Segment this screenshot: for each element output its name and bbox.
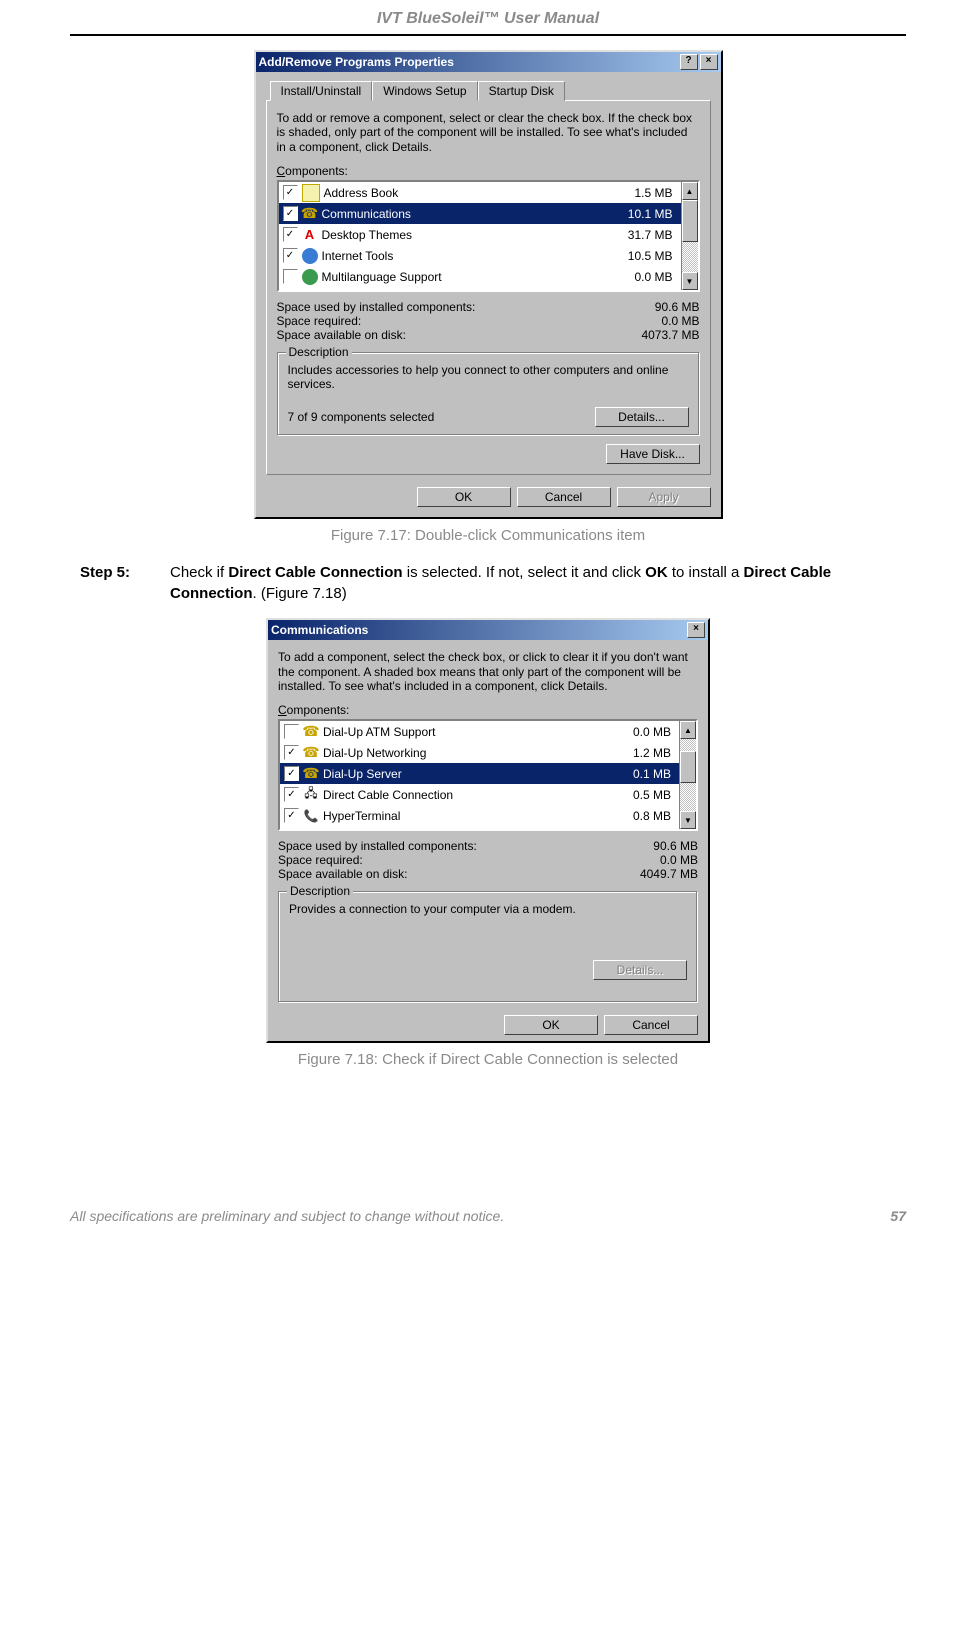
checkbox-icon[interactable]	[283, 269, 298, 284]
tab-strip: Install/Uninstall Windows Setup Startup …	[270, 80, 711, 100]
step-text: Check if Direct Cable Connection is sele…	[170, 562, 906, 604]
list-item[interactable]: Multilanguage Support 0.0 MB	[279, 266, 681, 287]
ok-button[interactable]: OK	[417, 487, 511, 507]
header-rule	[70, 34, 906, 36]
components-label: Components:	[278, 703, 698, 717]
scroll-down-icon[interactable]: ▼	[682, 272, 698, 290]
components-label: Components:	[277, 164, 700, 178]
titlebar: Communications ×	[268, 620, 708, 640]
desktopthemes-icon: A	[302, 227, 318, 243]
step-label: Step 5:	[80, 562, 170, 604]
cancel-button[interactable]: Cancel	[517, 487, 611, 507]
space-stats: Space used by installed components:90.6 …	[277, 300, 700, 342]
checkbox-icon[interactable]: ✓	[284, 808, 299, 823]
tab-install-uninstall[interactable]: Install/Uninstall	[270, 81, 373, 101]
titlebar: Add/Remove Programs Properties ? ×	[256, 52, 721, 72]
description-text: Includes accessories to help you connect…	[288, 363, 689, 397]
multilanguage-icon	[302, 269, 318, 285]
communications-dialog: Communications × To add a component, sel…	[266, 618, 710, 1043]
close-button[interactable]: ×	[700, 54, 718, 70]
dialup-icon: ☎	[303, 745, 319, 761]
addressbook-icon	[302, 184, 320, 202]
dialup-icon: ☎	[303, 766, 319, 782]
communications-icon: ☎	[302, 206, 318, 222]
list-item[interactable]: ✓ 🖧 Direct Cable Connection 0.5 MB	[280, 784, 679, 805]
apply-button[interactable]: Apply	[617, 487, 711, 507]
internettools-icon	[302, 248, 318, 264]
directcable-icon: 🖧	[303, 787, 319, 803]
checkbox-icon[interactable]: ✓	[284, 766, 299, 781]
list-item[interactable]: ✓ ☎ Communications 10.1 MB	[279, 203, 681, 224]
list-item[interactable]: ✓ Internet Tools 10.5 MB	[279, 245, 681, 266]
window-title: Add/Remove Programs Properties	[259, 55, 678, 69]
components-listbox[interactable]: ✓ Address Book 1.5 MB ✓ ☎ Communications…	[277, 180, 700, 292]
have-disk-button[interactable]: Have Disk...	[606, 444, 700, 464]
list-item[interactable]: ✓ ☎ Dial-Up Networking 1.2 MB	[280, 742, 679, 763]
cancel-button[interactable]: Cancel	[604, 1015, 698, 1035]
selected-count: 7 of 9 components selected	[288, 410, 595, 424]
hyperterminal-icon: 📞	[303, 808, 319, 824]
checkbox-icon[interactable]	[284, 724, 299, 739]
group-title: Description	[287, 884, 353, 898]
checkbox-icon[interactable]: ✓	[284, 745, 299, 760]
intro-text: To add a component, select the check box…	[278, 650, 698, 693]
components-listbox[interactable]: ☎ Dial-Up ATM Support 0.0 MB ✓ ☎ Dial-Up…	[278, 719, 698, 831]
scroll-down-icon[interactable]: ▼	[680, 811, 696, 829]
page-number: 57	[890, 1208, 906, 1224]
footer-disclaimer: All specifications are preliminary and s…	[70, 1208, 504, 1224]
group-title: Description	[286, 345, 352, 359]
tab-startup-disk[interactable]: Startup Disk	[478, 81, 565, 101]
description-group: Description Provides a connection to you…	[278, 891, 698, 1003]
doc-header: IVT BlueSoleil™ User Manual	[70, 10, 906, 34]
dialup-icon: ☎	[303, 724, 319, 740]
help-button[interactable]: ?	[680, 54, 698, 70]
checkbox-icon[interactable]: ✓	[283, 206, 298, 221]
details-button: Details...	[593, 960, 687, 980]
window-title: Communications	[271, 623, 685, 637]
list-item[interactable]: ✓ ☎ Dial-Up Server 0.1 MB	[280, 763, 679, 784]
step-5: Step 5: Check if Direct Cable Connection…	[80, 562, 906, 604]
tab-windows-setup[interactable]: Windows Setup	[372, 81, 477, 101]
close-button[interactable]: ×	[687, 622, 705, 638]
intro-text: To add or remove a component, select or …	[277, 111, 700, 154]
checkbox-icon[interactable]: ✓	[283, 185, 298, 200]
description-text: Provides a connection to your computer v…	[289, 902, 687, 952]
addremove-dialog: Add/Remove Programs Properties ? × Insta…	[254, 50, 723, 519]
scroll-up-icon[interactable]: ▲	[680, 721, 696, 739]
scrollbar[interactable]: ▲ ▼	[679, 721, 696, 829]
figure-caption: Figure 7.17: Double-click Communications…	[70, 527, 906, 544]
list-item[interactable]: ✓ A Desktop Themes 31.7 MB	[279, 224, 681, 245]
space-stats: Space used by installed components:90.6 …	[278, 839, 698, 881]
scrollbar[interactable]: ▲ ▼	[681, 182, 698, 290]
list-item[interactable]: ✓ Address Book 1.5 MB	[279, 182, 681, 203]
scroll-up-icon[interactable]: ▲	[682, 182, 698, 200]
scroll-thumb[interactable]	[680, 751, 696, 783]
checkbox-icon[interactable]: ✓	[284, 787, 299, 802]
list-item[interactable]: ☎ Dial-Up ATM Support 0.0 MB	[280, 721, 679, 742]
checkbox-icon[interactable]: ✓	[283, 248, 298, 263]
page-footer: All specifications are preliminary and s…	[70, 1208, 906, 1224]
checkbox-icon[interactable]: ✓	[283, 227, 298, 242]
ok-button[interactable]: OK	[504, 1015, 598, 1035]
description-group: Description Includes accessories to help…	[277, 352, 700, 436]
scroll-thumb[interactable]	[682, 200, 698, 242]
figure-caption: Figure 7.18: Check if Direct Cable Conne…	[70, 1051, 906, 1068]
details-button[interactable]: Details...	[595, 407, 689, 427]
list-item[interactable]: ✓ 📞 HyperTerminal 0.8 MB	[280, 805, 679, 826]
